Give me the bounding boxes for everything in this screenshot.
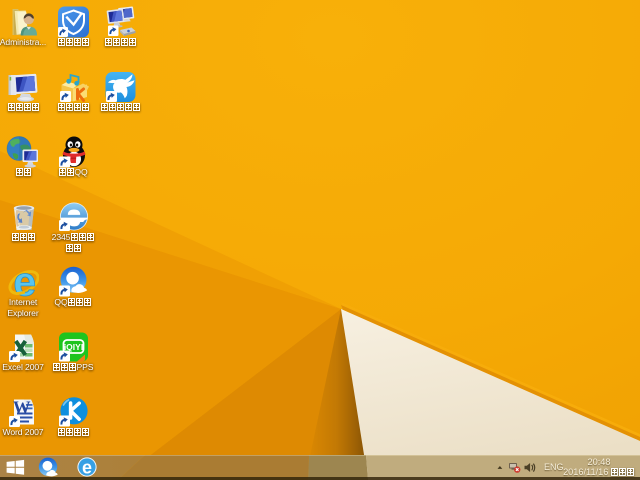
svg-text:e: e [82, 458, 92, 478]
svg-text:W: W [13, 398, 31, 418]
